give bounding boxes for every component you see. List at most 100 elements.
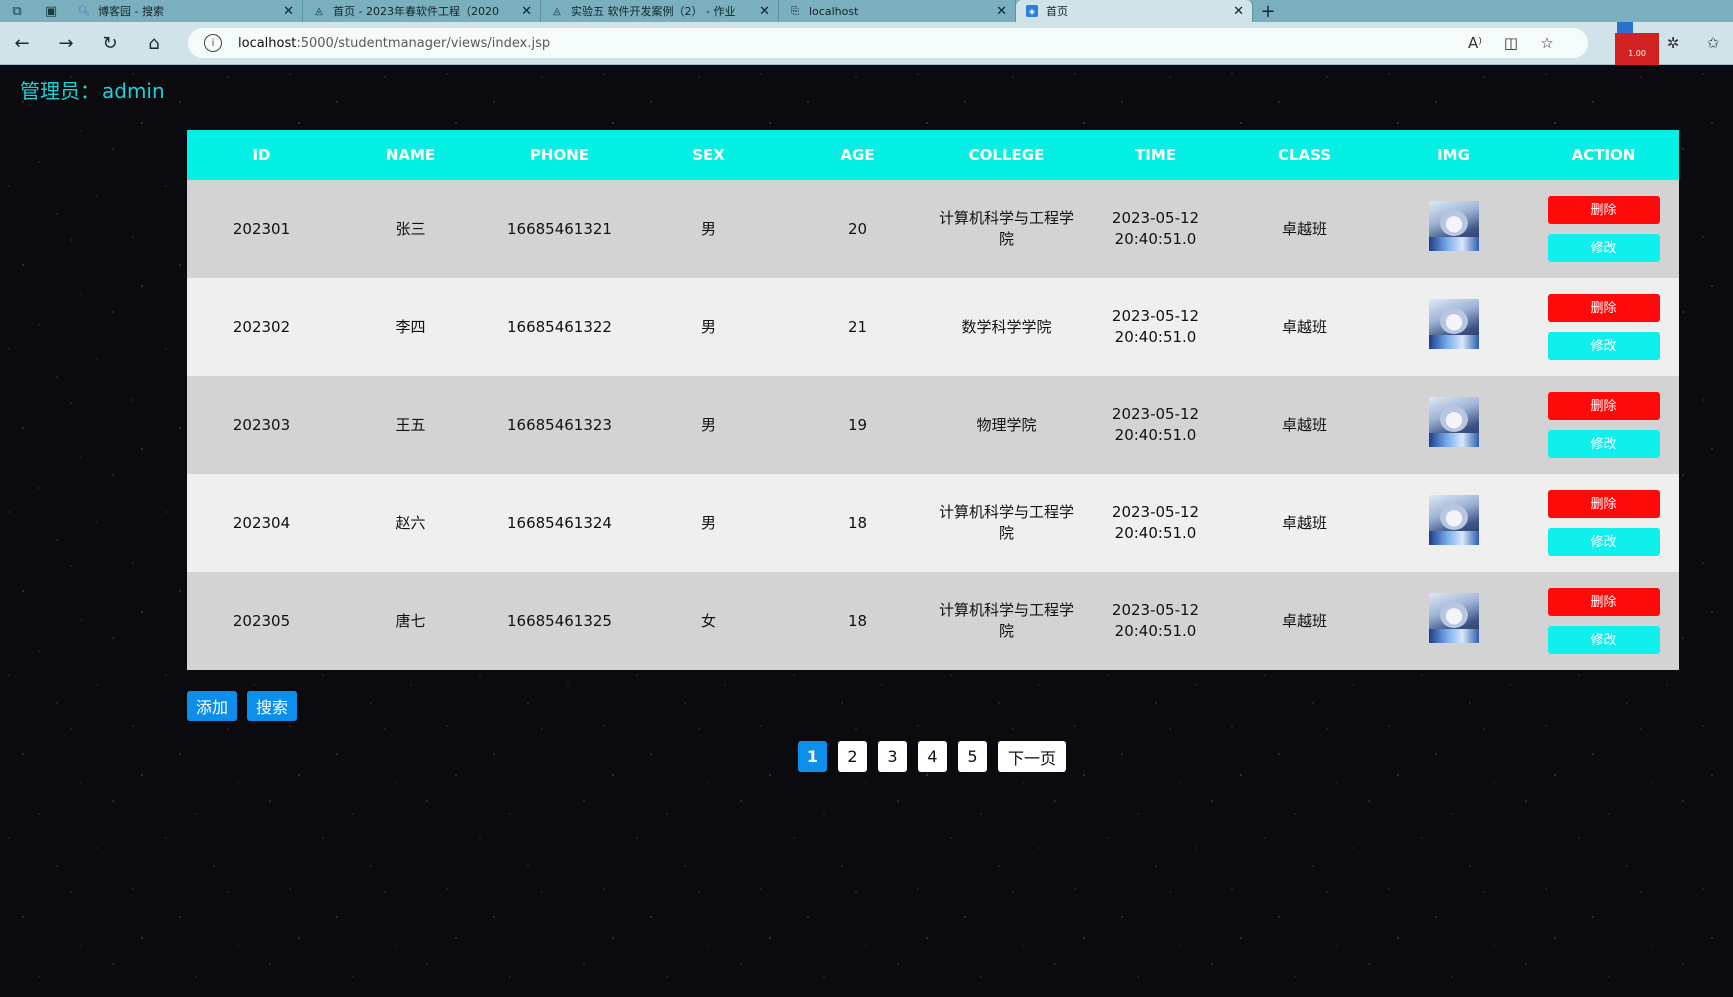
split-screen-icon[interactable]: ◫: [1493, 28, 1529, 58]
col-header-age: AGE: [783, 130, 932, 180]
reload-icon[interactable]: ↻: [88, 22, 132, 64]
extensions-puzzle-icon[interactable]: ✲: [1653, 22, 1693, 64]
cell-sex: 男: [634, 376, 783, 474]
search-button[interactable]: 搜索: [247, 691, 298, 721]
student-avatar: [1428, 299, 1479, 349]
col-header-action: ACTION: [1528, 130, 1679, 180]
cell-id: 202301: [187, 180, 336, 278]
col-header-class: CLASS: [1230, 130, 1379, 180]
tab-title: 博客园 - 搜索: [98, 5, 164, 18]
col-header-sex: SEX: [634, 130, 783, 180]
close-tab-icon[interactable]: ✕: [283, 4, 294, 19]
page-5-button[interactable]: 5: [958, 741, 987, 772]
page-4-button[interactable]: 4: [918, 741, 947, 772]
url-host: localhost: [238, 35, 297, 51]
cell-id: 202304: [187, 474, 336, 572]
new-tab-icon[interactable]: +: [1253, 0, 1283, 22]
browser-tab-5[interactable]: ◈ 首页 ✕: [1016, 0, 1253, 22]
cell-name: 唐七: [336, 572, 485, 670]
page-1-button[interactable]: 1: [798, 741, 827, 772]
cell-college: 数学科学学院: [932, 278, 1081, 376]
page-3-button[interactable]: 3: [878, 741, 907, 772]
cell-age: 20: [783, 180, 932, 278]
cell-img: [1379, 180, 1528, 278]
browser-tab-2[interactable]: ◬ 首页 - 2023年春软件工程（2020 ✕: [303, 0, 541, 22]
info-icon[interactable]: i: [204, 34, 222, 52]
url-text[interactable]: localhost:5000/studentmanager/views/inde…: [238, 36, 550, 51]
address-bar[interactable]: i localhost:5000/studentmanager/views/in…: [188, 28, 1588, 58]
cell-img: [1379, 572, 1528, 670]
tab-actions-icon[interactable]: ▣: [34, 0, 68, 22]
cell-class: 卓越班: [1230, 474, 1379, 572]
cell-sex: 男: [634, 474, 783, 572]
browser-tab-4[interactable]: ⎘ localhost ✕: [779, 0, 1016, 22]
cell-action: 删除 修改: [1528, 278, 1679, 376]
delete-button[interactable]: 删除: [1547, 196, 1660, 224]
browser-tab-1[interactable]: 🔍︎ 博客园 - 搜索 ✕: [68, 0, 303, 22]
cell-age: 18: [783, 572, 932, 670]
browser-tab-3[interactable]: ◬ 实验五 软件开发案例（2） - 作业 ✕: [541, 0, 779, 22]
modify-button[interactable]: 修改: [1547, 430, 1660, 458]
delete-button[interactable]: 删除: [1547, 490, 1660, 518]
table-header-row: ID NAME PHONE SEX AGE COLLEGE TIME CLASS…: [187, 130, 1679, 180]
back-arrow-icon[interactable]: ←: [0, 22, 44, 64]
cell-phone: 16685461325: [485, 572, 634, 670]
student-avatar: [1428, 397, 1479, 447]
time-date: 2023-05-12: [1111, 307, 1200, 325]
cell-class: 卓越班: [1230, 180, 1379, 278]
app-tab-icon: ◈: [1026, 5, 1038, 17]
close-tab-icon[interactable]: ✕: [1233, 4, 1244, 19]
read-aloud-icon[interactable]: A⁾: [1457, 28, 1493, 58]
admin-label: 管理员： admin: [20, 75, 165, 104]
home-icon[interactable]: ⌂: [132, 22, 176, 64]
favorite-star-icon[interactable]: ☆: [1529, 28, 1565, 58]
cell-name: 张三: [336, 180, 485, 278]
table-operations: 添加 搜索: [187, 691, 298, 721]
time-clock: 20:40:51.0: [1114, 426, 1197, 444]
page-content: 管理员： admin ID NAME PHONE SEX AGE COLLEGE …: [0, 65, 1733, 997]
search-icon: 🔍︎: [77, 5, 91, 17]
next-page-button[interactable]: 下一页: [998, 741, 1067, 772]
tab-title: localhost: [809, 4, 859, 18]
cell-class: 卓越班: [1230, 376, 1379, 474]
delete-button[interactable]: 删除: [1547, 588, 1660, 616]
cell-sex: 男: [634, 180, 783, 278]
tab-title: 首页: [1046, 5, 1068, 18]
time-date: 2023-05-12: [1111, 405, 1200, 423]
pagination: 1 2 3 4 5 下一页: [798, 741, 1067, 772]
cell-sex: 女: [634, 572, 783, 670]
modify-button[interactable]: 修改: [1547, 234, 1660, 262]
table-row: 202301 张三 16685461321 男 20 计算机科学与工程学院 20…: [187, 180, 1679, 278]
cell-action: 删除 修改: [1528, 180, 1679, 278]
table-row: 202303 王五 16685461323 男 19 物理学院 2023-05-…: [187, 376, 1679, 474]
tab-title: 实验五 软件开发案例（2） - 作业: [571, 5, 736, 18]
delete-button[interactable]: 删除: [1547, 294, 1660, 322]
cell-time: 2023-05-12 20:40:51.0: [1081, 180, 1230, 278]
cell-action: 删除 修改: [1528, 572, 1679, 670]
favorites-icon[interactable]: ✩: [1693, 22, 1733, 64]
modify-button[interactable]: 修改: [1547, 528, 1660, 556]
shield-logo-icon: ◬: [315, 5, 323, 17]
workspaces-icon[interactable]: ⧉: [0, 0, 34, 22]
cell-phone: 16685461322: [485, 278, 634, 376]
time-date: 2023-05-12: [1111, 503, 1200, 521]
admin-name: admin: [102, 79, 165, 103]
close-tab-icon[interactable]: ✕: [759, 4, 770, 19]
cell-age: 19: [783, 376, 932, 474]
lock-page-icon: ⎘: [791, 5, 799, 17]
time-date: 2023-05-12: [1111, 601, 1200, 619]
url-path: :5000/studentmanager/views/index.jsp: [296, 35, 551, 51]
close-tab-icon[interactable]: ✕: [521, 4, 532, 19]
add-button[interactable]: 添加: [187, 691, 238, 721]
delete-button[interactable]: 删除: [1547, 392, 1660, 420]
forward-arrow-icon[interactable]: →: [44, 22, 88, 64]
cell-img: [1379, 278, 1528, 376]
modify-button[interactable]: 修改: [1547, 626, 1660, 654]
page-2-button[interactable]: 2: [838, 741, 867, 772]
time-clock: 20:40:51.0: [1114, 622, 1197, 640]
modify-button[interactable]: 修改: [1547, 332, 1660, 360]
extension-icon[interactable]: 1.00: [1613, 22, 1659, 75]
browser-toolbar: ← → ↻ ⌂ i localhost:5000/studentmanager/…: [0, 22, 1733, 75]
close-tab-icon[interactable]: ✕: [996, 4, 1007, 19]
table-row: 202302 李四 16685461322 男 21 数学科学学院 2023-0…: [187, 278, 1679, 376]
